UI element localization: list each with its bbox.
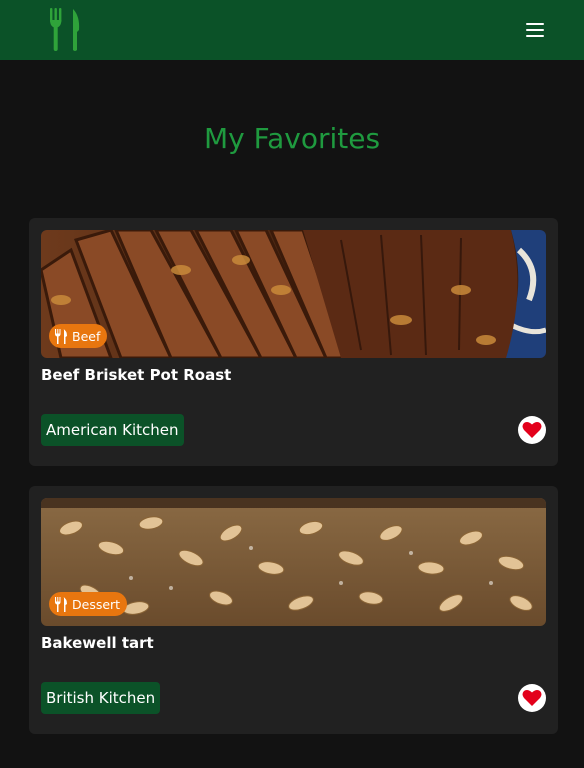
recipe-image[interactable]: Dessert — [41, 498, 546, 626]
category-badge: Beef — [49, 324, 108, 348]
category-label: Beef — [72, 328, 101, 344]
kitchen-tag[interactable]: American Kitchen — [41, 414, 184, 446]
heart-icon — [522, 690, 542, 706]
kitchen-tag[interactable]: British Kitchen — [41, 682, 161, 714]
category-badge: Dessert — [49, 592, 128, 616]
recipe-title[interactable]: Beef Brisket Pot Roast — [41, 366, 231, 384]
navbar — [0, 0, 584, 60]
page-title: My Favorites — [203, 122, 381, 155]
favorite-button[interactable] — [518, 684, 546, 712]
favorite-button[interactable] — [518, 416, 546, 444]
utensils-icon — [55, 328, 67, 344]
recipe-image[interactable]: Beef — [41, 230, 546, 358]
recipe-card[interactable]: Beef Beef Brisket Pot Roast American Kit… — [29, 218, 558, 466]
utensils-icon — [55, 596, 67, 612]
menu-line — [526, 29, 544, 31]
category-label: Dessert — [72, 596, 121, 612]
recipe-title[interactable]: Bakewell tart — [41, 634, 154, 652]
menu-line — [526, 23, 544, 25]
recipe-card[interactable]: Dessert Bakewell tart British Kitchen — [29, 486, 558, 734]
menu-line — [526, 35, 544, 37]
fork-knife-icon[interactable] — [47, 8, 83, 52]
hamburger-menu-icon[interactable] — [520, 17, 550, 43]
heart-icon — [522, 422, 542, 438]
